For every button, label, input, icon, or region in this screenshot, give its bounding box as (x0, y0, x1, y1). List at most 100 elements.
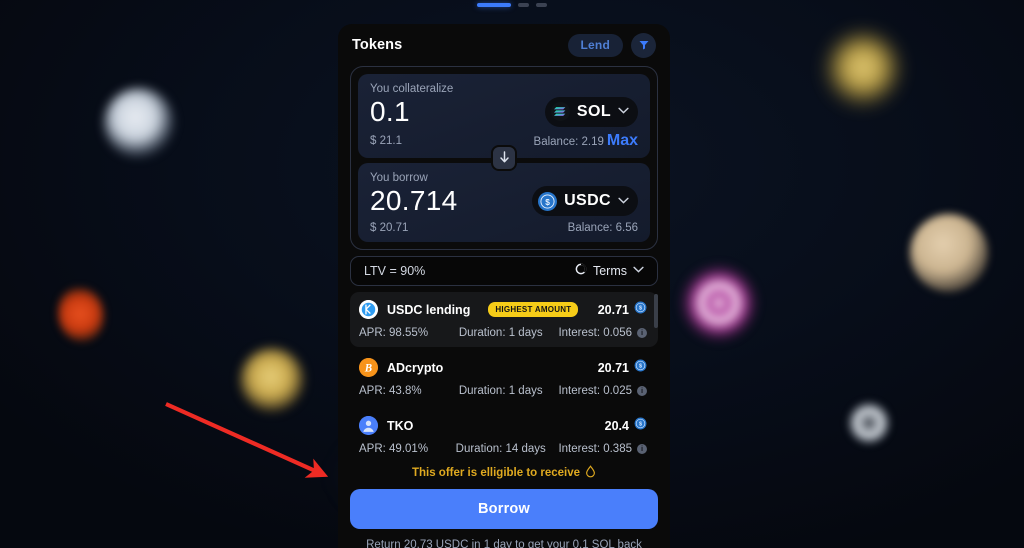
offer-apr: APR: 43.8% (359, 384, 422, 397)
collateral-balance-label: Balance: 2.19 (533, 136, 604, 149)
progress-step-3[interactable] (536, 3, 547, 7)
app-root: Tokens Lend You collateralize 0.1 SOL $ … (0, 0, 1024, 548)
terms-dropdown[interactable]: Terms (575, 262, 644, 280)
collateral-token-selector[interactable]: SOL (544, 96, 638, 127)
lend-button[interactable]: Lend (567, 33, 623, 57)
background-orb-red (58, 288, 104, 342)
borrow-amount-input[interactable]: 20.714 (370, 185, 457, 216)
info-icon[interactable]: i (637, 327, 647, 338)
svg-text:B: B (364, 363, 372, 375)
offer-amount-value: 20.71 (597, 302, 629, 317)
panel-header: Tokens Lend (350, 24, 658, 66)
eligible-text: This offer is elligible to receive (411, 466, 581, 479)
offers-list[interactable]: USDC lending HIGHEST AMOUNT 20.71 $ APR:… (350, 291, 658, 459)
offer-amount-value: 20.71 (597, 360, 629, 375)
max-button[interactable]: Max (607, 132, 638, 149)
offer-stats: APR: 98.55% Duration: 1 days Interest: 0… (359, 327, 647, 339)
usdc-coin-icon: $ (634, 417, 647, 435)
eligible-notice: This offer is elligible to receive (350, 464, 658, 481)
collateral-amount-input[interactable]: 0.1 (370, 96, 410, 127)
offer-interest: Interest: 0.385 i (558, 443, 647, 455)
filter-button[interactable] (631, 32, 656, 58)
info-icon[interactable]: i (637, 385, 647, 396)
bitcoin-avatar: B (359, 358, 378, 378)
person-avatar (359, 416, 378, 436)
offer-interest: Interest: 0.025 i (558, 385, 647, 397)
arrow-down-icon (499, 151, 509, 163)
progress-step-2[interactable] (518, 3, 529, 7)
svg-text:$: $ (639, 305, 642, 311)
background-orb-yellow (826, 32, 900, 106)
offer-header: TKO 20.4 $ (359, 415, 647, 437)
offer-name: USDC lending (387, 302, 471, 317)
collateral-usd-value: $ 21.1 (370, 135, 402, 148)
svg-text:$: $ (639, 421, 642, 427)
offer-interest-value: Interest: 0.025 (558, 384, 632, 397)
offer-header: B ADcrypto 20.71 $ (359, 357, 647, 379)
chevron-down-icon (633, 265, 644, 276)
offer-interest: Interest: 0.056 i (558, 327, 647, 339)
info-icon[interactable]: i (637, 443, 647, 454)
usdc-avatar (359, 300, 378, 320)
offer-duration: Duration: 1 days (458, 326, 543, 339)
return-note: Return 20.73 USDC in 1 day to get your 0… (366, 538, 642, 548)
offer-interest-value: Interest: 0.056 (558, 326, 632, 339)
usdc-coin-icon: $ (634, 359, 647, 377)
offer-row-1[interactable]: B ADcrypto 20.71 $ APR: 43.8% Duration: … (350, 350, 658, 405)
offer-name: ADcrypto (387, 360, 444, 375)
swap-direction-button[interactable] (491, 144, 517, 171)
highest-amount-badge: HIGHEST AMOUNT (488, 302, 579, 318)
borrow-footer: $ 20.71 Balance: 6.56 (370, 222, 638, 234)
borrow-button[interactable]: Borrow (350, 488, 658, 529)
background-orb-white (104, 88, 174, 158)
tokens-panel: Tokens Lend You collateralize 0.1 SOL $ … (338, 24, 670, 548)
collateral-row: 0.1 SOL (370, 96, 638, 127)
solana-icon (550, 102, 570, 122)
progress-step-1[interactable] (477, 3, 511, 7)
header-actions: Lend (567, 32, 656, 58)
offer-identity: USDC lending HIGHEST AMOUNT (359, 300, 579, 320)
offer-apr: APR: 98.55% (359, 326, 429, 339)
ltv-terms-row: LTV = 90% Terms (350, 255, 658, 286)
collateral-token-symbol: SOL (576, 102, 611, 120)
borrow-section: You borrow 20.714 $ USDC $ 20.71 Balance… (358, 163, 650, 242)
borrow-balance: Balance: 6.56 (567, 221, 638, 234)
svg-text:$: $ (545, 196, 550, 206)
offer-row-2[interactable]: TKO 20.4 $ APR: 49.01% Duration: 14 days… (350, 408, 658, 459)
offer-stats: APR: 49.01% Duration: 14 days Interest: … (359, 443, 647, 455)
offer-amount: 20.71 $ (598, 359, 647, 377)
usdc-coin-icon: $ (538, 191, 558, 211)
ltv-value: LTV = 90% (364, 263, 426, 278)
svg-text:$: $ (639, 363, 642, 369)
offer-identity: TKO (359, 416, 414, 436)
offer-amount-value: 20.4 (604, 418, 629, 433)
chevron-down-icon (618, 106, 629, 117)
offer-amount: 20.4 $ (605, 417, 647, 435)
offer-name: TKO (387, 418, 414, 433)
background-orb-tan (910, 214, 988, 292)
page-title: Tokens (352, 37, 403, 53)
background-orb-grey (846, 400, 892, 446)
offer-interest-value: Interest: 0.385 (558, 442, 632, 455)
background-orb-gold (240, 348, 304, 412)
borrow-token-selector[interactable]: $ USDC (532, 186, 638, 217)
filter-funnel-icon (639, 41, 648, 50)
swap-card: You collateralize 0.1 SOL $ 21.1 Balance… (350, 66, 658, 250)
offer-duration: Duration: 14 days (455, 442, 546, 455)
offer-stats: APR: 43.8% Duration: 1 days Interest: 0.… (359, 385, 647, 397)
borrow-row: 20.714 $ USDC (370, 185, 638, 216)
usdc-coin-icon: $ (634, 301, 647, 319)
offer-row-0[interactable]: USDC lending HIGHEST AMOUNT 20.71 $ APR:… (350, 291, 658, 347)
borrow-label: You borrow (370, 172, 428, 185)
offer-header: USDC lending HIGHEST AMOUNT 20.71 $ (359, 299, 647, 321)
background-orb-pink (678, 262, 760, 344)
offer-apr: APR: 49.01% (359, 442, 429, 455)
progress-indicator (0, 3, 1024, 7)
offer-amount: 20.71 $ (598, 301, 647, 319)
droplet-icon (585, 464, 596, 481)
circle-terms-icon (575, 262, 587, 280)
terms-label: Terms (592, 263, 627, 278)
offers-scrollbar[interactable] (654, 293, 658, 328)
chevron-down-icon (618, 196, 629, 207)
offer-duration: Duration: 1 days (458, 384, 543, 397)
